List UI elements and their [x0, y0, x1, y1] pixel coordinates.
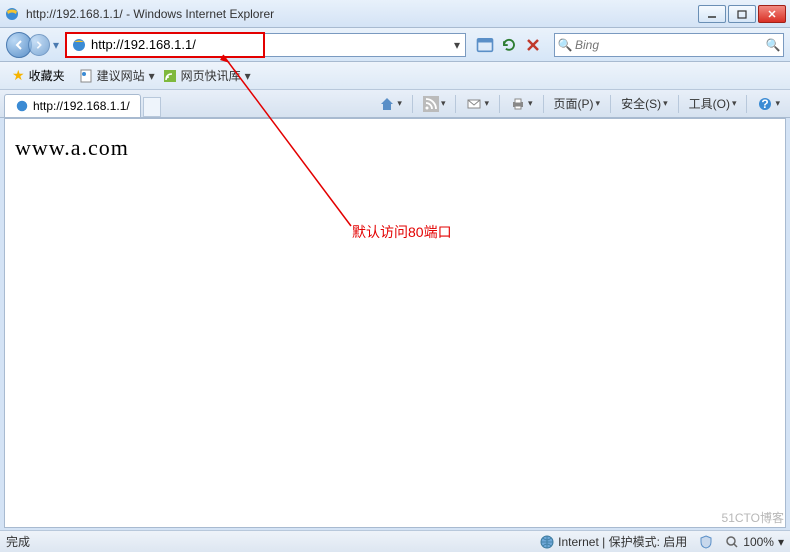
page-icon [79, 69, 93, 83]
chevron-down-icon: ▾ [245, 69, 251, 83]
help-icon: ? [757, 96, 773, 112]
separator [543, 95, 544, 113]
annotation-label: 默认访问80端口 [352, 222, 452, 242]
svg-text:?: ? [762, 97, 769, 111]
compat-view-button[interactable] [474, 34, 496, 56]
search-input[interactable] [575, 38, 763, 52]
status-zone-label: Internet | 保护模式: 启用 [558, 533, 687, 550]
tools-menu[interactable]: 工具(O)▾ [685, 93, 741, 114]
close-button[interactable] [758, 5, 786, 23]
minimize-button[interactable] [698, 5, 726, 23]
refresh-button[interactable] [498, 34, 520, 56]
separator [499, 95, 500, 113]
web-slice-link[interactable]: 网页快讯库 ▾ [163, 67, 251, 84]
browser-tab[interactable]: http://192.168.1.1/ [4, 94, 141, 117]
search-go-button[interactable]: 🔍 [763, 38, 783, 52]
help-button[interactable]: ?▾ [753, 94, 784, 114]
mail-button[interactable]: ▾ [462, 94, 493, 114]
window-title: http://192.168.1.1/ - Windows Internet E… [26, 7, 698, 21]
zoom-icon [725, 535, 739, 549]
status-zone[interactable]: Internet | 保护模式: 启用 [540, 533, 687, 550]
separator [678, 95, 679, 113]
command-bar: ▾ ▾ ▾ ▾ 页面(P)▾ 安全(S)▾ 工具(O)▾ ?▾ [375, 93, 784, 114]
favorites-label: 收藏夹 [29, 67, 65, 84]
zoom-control[interactable]: 100% ▾ [725, 535, 784, 549]
status-done: 完成 [6, 533, 30, 550]
home-button[interactable]: ▾ [375, 94, 406, 114]
print-button[interactable]: ▾ [506, 94, 537, 114]
tab-bar: http://192.168.1.1/ ▾ ▾ ▾ ▾ 页面(P)▾ 安全(S)… [0, 90, 790, 118]
webslice-icon [163, 69, 177, 83]
page-menu[interactable]: 页面(P)▾ [550, 93, 605, 114]
zoom-label: 100% [743, 535, 774, 549]
new-tab-button[interactable] [143, 97, 161, 117]
address-dropdown[interactable]: ▾ [449, 38, 465, 52]
stop-button[interactable] [522, 34, 544, 56]
forward-button[interactable] [28, 34, 50, 56]
rss-icon [423, 96, 439, 112]
watermark: 51CTO博客 [722, 509, 784, 526]
separator [412, 95, 413, 113]
address-favicon [71, 37, 87, 53]
separator [455, 95, 456, 113]
maximize-button[interactable] [728, 5, 756, 23]
mail-icon [466, 96, 482, 112]
print-icon [510, 96, 526, 112]
chevron-down-icon: ▾ [149, 69, 155, 83]
chevron-down-icon: ▾ [778, 535, 784, 549]
separator [610, 95, 611, 113]
suggested-sites-label: 建议网站 [97, 67, 145, 84]
navigation-bar: ▾ ▾ 🔍 🔍 [0, 28, 790, 62]
globe-icon [540, 535, 554, 549]
web-slice-label: 网页快讯库 [181, 67, 241, 84]
ie-icon [4, 6, 20, 22]
favorites-button[interactable]: ★ 收藏夹 [6, 65, 71, 86]
tab-favicon [15, 99, 29, 113]
address-bar[interactable]: ▾ [66, 33, 466, 57]
star-icon: ★ [12, 67, 25, 84]
tools-menu-label: 工具(O) [689, 95, 730, 112]
address-input[interactable] [91, 35, 449, 55]
favorites-bar: ★ 收藏夹 建议网站 ▾ 网页快讯库 ▾ [0, 62, 790, 90]
search-provider-icon[interactable]: 🔍 [555, 38, 575, 52]
page-content: www.a.com [4, 118, 786, 528]
status-protected-icon[interactable] [699, 535, 713, 549]
home-icon [379, 96, 395, 112]
safety-menu[interactable]: 安全(S)▾ [617, 93, 672, 114]
tab-title: http://192.168.1.1/ [33, 99, 130, 113]
status-bar: 完成 Internet | 保护模式: 启用 100% ▾ [0, 530, 790, 552]
window-titlebar: http://192.168.1.1/ - Windows Internet E… [0, 0, 790, 28]
separator [746, 95, 747, 113]
page-body-text: www.a.com [5, 119, 785, 177]
nav-history-dropdown[interactable]: ▾ [50, 38, 62, 52]
suggested-sites-link[interactable]: 建议网站 ▾ [79, 67, 155, 84]
shield-icon [699, 535, 713, 549]
page-menu-label: 页面(P) [554, 95, 594, 112]
feeds-button[interactable]: ▾ [419, 94, 450, 114]
safety-menu-label: 安全(S) [621, 95, 661, 112]
search-box[interactable]: 🔍 🔍 [554, 33, 784, 57]
